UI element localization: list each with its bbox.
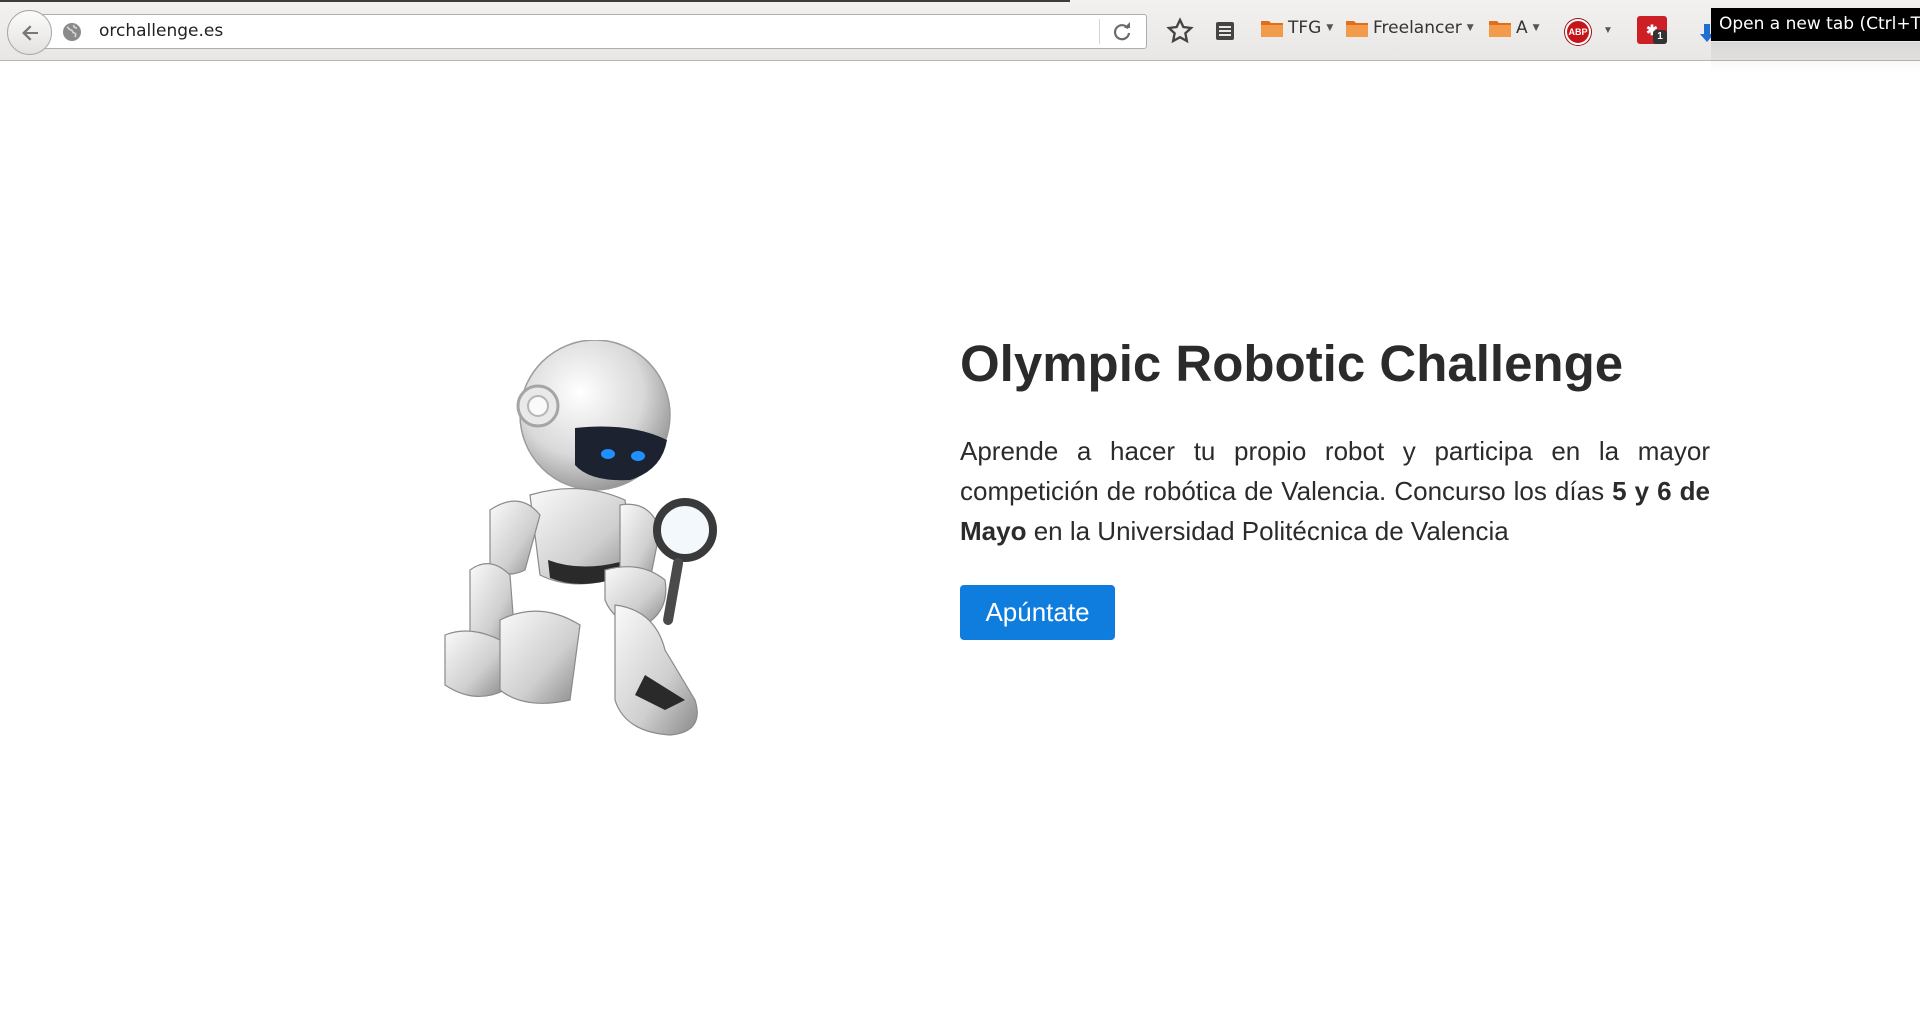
back-arrow-icon [21, 24, 38, 41]
tooltip-shadow [1711, 42, 1920, 72]
new-tab-tooltip: Open a new tab (Ctrl+T) [1711, 8, 1920, 41]
star-icon[interactable] [1166, 17, 1194, 45]
reload-icon[interactable] [1111, 21, 1133, 43]
folder-icon [1346, 21, 1368, 37]
chevron-down-icon: ▼ [1532, 23, 1540, 33]
bookmark-label: A [1516, 18, 1528, 38]
bookmark-folder-tfg[interactable]: TFG ▼ [1260, 18, 1333, 38]
toolbar-topline [0, 0, 1070, 2]
url-bar[interactable]: orchallenge.es [38, 14, 1147, 49]
adblock-icon[interactable]: ABP [1565, 19, 1591, 45]
folder-icon [1489, 21, 1511, 37]
adblock-menu-chevron-icon[interactable]: ▼ [1603, 25, 1613, 36]
description-text-end: en la Universidad Politécnica de Valenci… [1026, 516, 1509, 546]
description-text: Aprende a hacer tu propio robot y partic… [960, 436, 1710, 506]
url-divider [1099, 19, 1100, 44]
signup-button[interactable]: Apúntate [960, 585, 1115, 640]
browser-toolbar: orchallenge.es TFG ▼ Freelancer ▼ A ▼ AB… [0, 0, 1920, 61]
bookmark-folder-freelancer[interactable]: Freelancer ▼ [1345, 18, 1474, 38]
globe-icon [63, 23, 81, 41]
reading-list-icon[interactable] [1213, 19, 1237, 43]
extension-badge-count: 1 [1653, 30, 1667, 44]
robot-image [444, 340, 717, 736]
bookmark-label: TFG [1288, 18, 1322, 38]
back-button[interactable] [7, 10, 52, 55]
folder-icon [1261, 21, 1283, 37]
url-text[interactable]: orchallenge.es [99, 21, 223, 41]
page-title: Olympic Robotic Challenge [960, 335, 1624, 392]
chevron-down-icon: ▼ [1466, 23, 1474, 33]
hero-description: Aprende a hacer tu propio robot y partic… [960, 431, 1710, 551]
bookmark-label: Freelancer [1373, 18, 1462, 38]
bookmark-folder-a[interactable]: A ▼ [1488, 18, 1540, 38]
chevron-down-icon: ▼ [1326, 23, 1334, 33]
